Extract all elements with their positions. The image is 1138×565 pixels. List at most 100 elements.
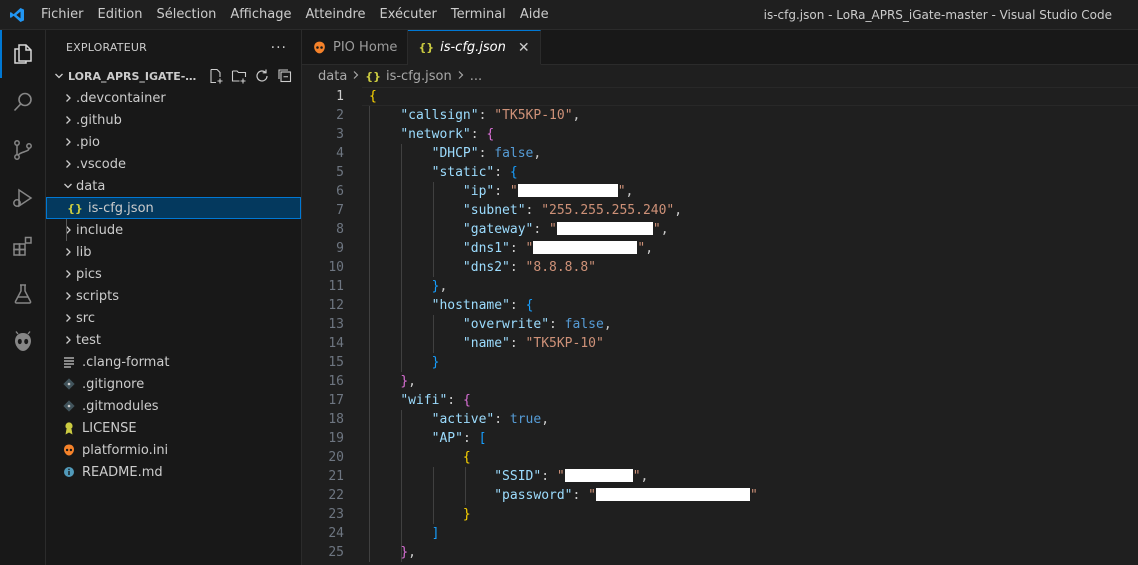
tab-pio-home[interactable]: PIO Home: [302, 30, 409, 65]
tree-item-label: data: [76, 178, 106, 194]
more-actions-icon[interactable]: ···: [271, 40, 287, 56]
code-line: 24 ]: [302, 524, 1138, 543]
menu-atteindre[interactable]: Atteindre: [298, 0, 372, 30]
redacted-value: [517, 184, 618, 197]
tab-label: is-cfg.json: [440, 40, 506, 55]
workspace-section-header[interactable]: LORA_APRS_IGATE-MAS...: [46, 65, 301, 87]
indent-guide: [66, 219, 67, 241]
window-title: is-cfg.json - LoRa_APRS_iGate-master - V…: [763, 8, 1112, 22]
workspace-title: LORA_APRS_IGATE-MAS...: [68, 69, 207, 83]
code-line: 19 "AP": [: [302, 429, 1138, 448]
code-line: 8 "gateway": " ",: [302, 220, 1138, 239]
tree-item-label: platformio.ini: [82, 442, 169, 458]
tree-folder-github[interactable]: .github: [46, 109, 301, 131]
menu-affichage[interactable]: Affichage: [223, 0, 298, 30]
explorer-icon[interactable]: [0, 30, 46, 78]
menu-terminal[interactable]: Terminal: [444, 0, 513, 30]
menu-edition[interactable]: Edition: [91, 0, 150, 30]
breadcrumb-item-data[interactable]: data: [318, 69, 347, 84]
tree-file-gitignore[interactable]: .gitignore: [46, 373, 301, 395]
tree-folder-devcontainer[interactable]: .devcontainer: [46, 87, 301, 109]
code-line: 22 "password": " ": [302, 486, 1138, 505]
tab-is-cfg-json[interactable]: {} is-cfg.json ✕: [408, 30, 541, 65]
extensions-icon[interactable]: [0, 222, 46, 270]
info-file-icon: [60, 466, 78, 478]
code-line: 16 },: [302, 372, 1138, 391]
tree-item-label: README.md: [82, 464, 163, 480]
tree-folder-pics[interactable]: pics: [46, 263, 301, 285]
line-number: 20: [328, 450, 344, 465]
tree-folder-vscode[interactable]: .vscode: [46, 153, 301, 175]
platformio-alien-icon: [312, 40, 327, 55]
json-file-icon: {}: [365, 69, 381, 83]
tree-folder-test[interactable]: test: [46, 329, 301, 351]
menu-fichier[interactable]: Fichier: [34, 0, 91, 30]
line-number: 21: [328, 469, 344, 484]
line-number: 15: [328, 355, 344, 370]
code-line: 17 "wifi": {: [302, 391, 1138, 410]
tree-folder-scripts[interactable]: scripts: [46, 285, 301, 307]
editor-tabs: PIO Home {} is-cfg.json ✕: [302, 30, 1138, 65]
line-number: 14: [328, 336, 344, 351]
source-control-icon[interactable]: [0, 126, 46, 174]
title-bar: Fichier Edition Sélection Affichage Atte…: [0, 0, 1138, 30]
collapse-all-icon[interactable]: [276, 68, 293, 85]
code-line: 21 "SSID": " ",: [302, 467, 1138, 486]
run-debug-icon[interactable]: [0, 174, 46, 222]
code-editor[interactable]: 1{ 2 "callsign": "TK5KP-10", 3 "network"…: [302, 87, 1138, 565]
license-file-icon: [60, 421, 78, 435]
code-line: 20 {: [302, 448, 1138, 467]
menu-executer[interactable]: Exécuter: [373, 0, 444, 30]
menu-aide[interactable]: Aide: [513, 0, 556, 30]
tree-item-label: .clang-format: [82, 354, 170, 370]
tree-folder-pio[interactable]: .pio: [46, 131, 301, 153]
line-number: 10: [328, 260, 344, 275]
code-line: 14 "name": "TK5KP-10": [302, 334, 1138, 353]
line-number: 8: [336, 222, 344, 237]
tree-item-label: scripts: [76, 288, 119, 304]
chevron-right-icon: [60, 93, 76, 103]
tree-item-label: .pio: [76, 134, 100, 150]
line-number: 9: [336, 241, 344, 256]
new-file-icon[interactable]: [207, 68, 224, 85]
close-icon[interactable]: ✕: [518, 40, 530, 56]
tree-item-label: pics: [76, 266, 102, 282]
testing-flask-icon[interactable]: [0, 270, 46, 318]
tree-file-platformio-ini[interactable]: platformio.ini: [46, 439, 301, 461]
redacted-value: [556, 222, 653, 235]
git-file-icon: [60, 378, 78, 390]
tree-file-clang-format[interactable]: .clang-format: [46, 351, 301, 373]
code-line: 25 },: [302, 543, 1138, 562]
code-line: 12 "hostname": {: [302, 296, 1138, 315]
platformio-alien-icon[interactable]: [0, 318, 46, 366]
tree-folder-lib[interactable]: lib: [46, 241, 301, 263]
line-number: 25: [328, 545, 344, 560]
tree-folder-data[interactable]: data: [46, 175, 301, 197]
line-number: 6: [336, 184, 344, 199]
breadcrumb-item-file[interactable]: is-cfg.json: [386, 69, 452, 84]
menu-selection[interactable]: Sélection: [149, 0, 223, 30]
refresh-icon[interactable]: [253, 68, 270, 85]
code-line: 13 "overwrite": false,: [302, 315, 1138, 334]
tree-folder-include[interactable]: include: [46, 219, 301, 241]
explorer-header: EXPLORATEUR ···: [46, 30, 301, 65]
json-file-icon: {}: [418, 41, 435, 54]
tree-file-readme[interactable]: README.md: [46, 461, 301, 483]
line-number: 4: [336, 146, 344, 161]
breadcrumb-item-more[interactable]: ...: [470, 69, 482, 84]
tab-label: PIO Home: [333, 40, 398, 55]
tree-file-license[interactable]: LICENSE: [46, 417, 301, 439]
chevron-right-icon: [352, 69, 360, 84]
chevron-down-icon: [60, 181, 76, 191]
code-line: 15 }: [302, 353, 1138, 372]
chevron-right-icon: [60, 269, 76, 279]
search-icon[interactable]: [0, 78, 46, 126]
tree-file-gitmodules[interactable]: .gitmodules: [46, 395, 301, 417]
code-line: 18 "active": true,: [302, 410, 1138, 429]
chevron-right-icon: [60, 225, 76, 235]
tree-item-label: LICENSE: [82, 420, 137, 436]
tree-folder-src[interactable]: src: [46, 307, 301, 329]
new-folder-icon[interactable]: [230, 68, 247, 85]
code-line: 9 "dns1": " ",: [302, 239, 1138, 258]
tree-file-is-cfg-json[interactable]: {} is-cfg.json: [46, 197, 301, 219]
